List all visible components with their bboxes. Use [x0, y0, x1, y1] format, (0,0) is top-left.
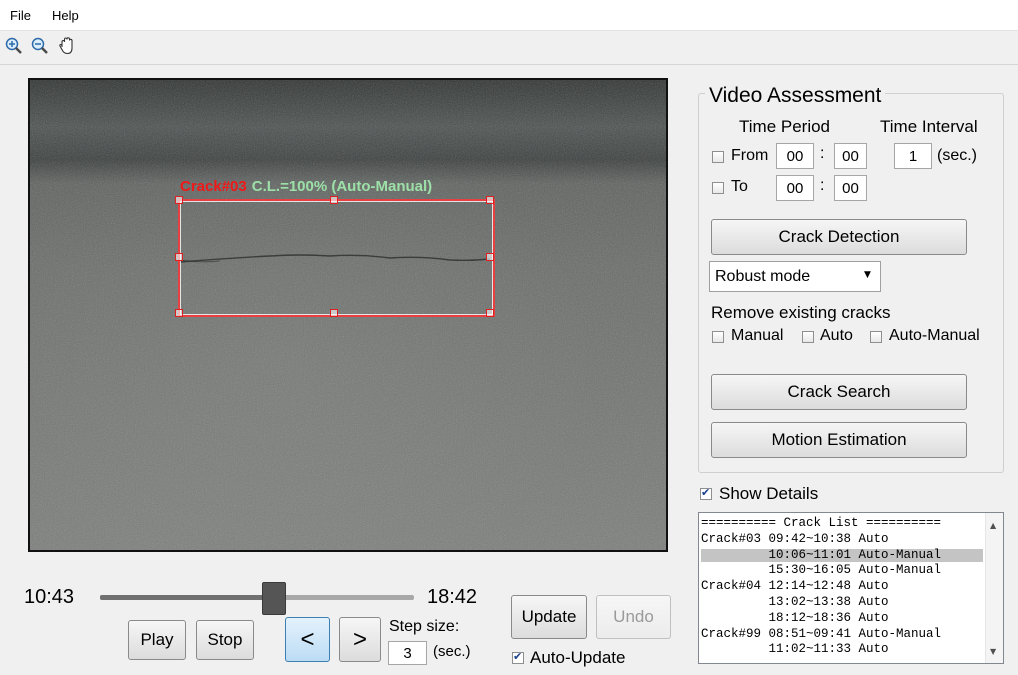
time-interval-unit: (sec.) — [937, 147, 977, 164]
crack-list-row[interactable]: Crack#03 09:42~10:38 Auto — [701, 532, 983, 546]
crack-list-row[interactable]: Crack#99 08:51~09:41 Auto-Manual — [701, 627, 983, 641]
remove-auto-manual-label: Auto-Manual — [889, 327, 980, 344]
auto-update-checkbox[interactable] — [512, 650, 524, 664]
crack-list-row[interactable]: 15:30~16:05 Auto-Manual — [701, 564, 983, 577]
crack-bounding-box[interactable] — [175, 196, 495, 317]
crack-detection-button[interactable]: Crack Detection — [711, 219, 967, 255]
show-details-checkbox[interactable] — [700, 486, 712, 500]
resize-handle-bottom-right[interactable] — [486, 309, 494, 317]
resize-handle-left[interactable] — [175, 253, 183, 261]
update-button[interactable]: Update — [511, 595, 587, 639]
from-label: From — [731, 147, 769, 164]
time-slider-fill — [100, 595, 273, 600]
crack-list-row[interactable]: ========== Crack List ========== — [701, 517, 983, 530]
video-viewer[interactable]: Crack#03 C.L.=100% (Auto-Manual) — [28, 78, 668, 552]
resize-handle-bottom[interactable] — [330, 309, 338, 317]
stop-button[interactable]: Stop — [196, 620, 254, 660]
menu-file[interactable]: File — [10, 8, 31, 23]
zoom-in-icon[interactable] — [4, 36, 24, 56]
remove-auto-label: Auto — [820, 327, 853, 344]
resize-handle-bottom-left[interactable] — [175, 309, 183, 317]
next-step-button[interactable]: > — [339, 617, 381, 662]
step-size-label: Step size: — [389, 618, 460, 635]
to-seconds-input[interactable] — [834, 175, 867, 201]
detection-mode-value: Robust mode — [715, 268, 811, 285]
video-assessment-title: Video Assessment — [705, 84, 886, 108]
resize-handle-top-left[interactable] — [175, 196, 183, 204]
step-size-input[interactable] — [388, 641, 427, 665]
time-interval-label: Time Interval — [880, 117, 978, 136]
from-checkbox[interactable] — [712, 151, 724, 163]
confidence-label: C.L.=100% (Auto-Manual) — [251, 178, 433, 195]
resize-handle-top-right[interactable] — [486, 196, 494, 204]
crack-list-row[interactable]: 13:02~13:38 Auto — [701, 596, 983, 609]
crack-search-button[interactable]: Crack Search — [711, 374, 967, 410]
detection-mode-select[interactable]: Robust mode ▼ — [709, 261, 881, 292]
resize-handle-right[interactable] — [486, 253, 494, 261]
from-seconds-input[interactable] — [834, 143, 867, 169]
play-button[interactable]: Play — [128, 620, 186, 660]
remove-existing-label: Remove existing cracks — [711, 303, 891, 322]
time-slider-track[interactable] — [100, 595, 414, 600]
auto-update-label: Auto-Update — [530, 648, 626, 667]
end-time: 18:42 — [427, 586, 478, 608]
crack-list-row[interactable]: 18:12~18:36 Auto — [701, 611, 983, 625]
remove-auto-checkbox[interactable] — [802, 331, 814, 343]
zoom-out-icon[interactable] — [30, 36, 50, 56]
hand-pan-icon[interactable] — [57, 36, 77, 56]
to-minutes-input[interactable] — [776, 175, 814, 201]
from-colon: : — [820, 145, 825, 162]
scroll-down-icon[interactable]: ▼ — [990, 647, 996, 656]
crack-list[interactable]: ========== Crack List ========== Crack#03… — [698, 512, 1004, 664]
remove-auto-manual-checkbox[interactable] — [870, 331, 882, 343]
scroll-up-icon[interactable]: ▲ — [990, 521, 996, 530]
crack-list-row[interactable]: Crack#04 12:14~12:48 Auto — [701, 580, 983, 593]
from-minutes-input[interactable] — [776, 143, 814, 169]
video-frame-image[interactable]: Crack#03 C.L.=100% (Auto-Manual) — [30, 80, 666, 550]
time-slider-thumb[interactable] — [261, 582, 286, 615]
crack-overlay-label: Crack#03 C.L.=100% (Auto-Manual) — [180, 178, 432, 195]
crack-list-row[interactable]: 10:06~11:01 Auto-Manual — [701, 548, 983, 562]
remove-manual-label: Manual — [731, 327, 784, 344]
current-time: 10:43 — [24, 586, 75, 608]
menu-help[interactable]: Help — [52, 8, 79, 23]
time-interval-input[interactable] — [894, 143, 932, 169]
crack-list-scrollbar[interactable]: ▲ ▼ — [985, 513, 1003, 663]
show-details-label: Show Details — [719, 484, 819, 503]
to-colon: : — [820, 177, 825, 194]
chevron-down-icon: ▼ — [864, 270, 871, 280]
crack-list-row[interactable]: 11:02~11:33 Auto — [701, 643, 983, 656]
motion-estimation-button[interactable]: Motion Estimation — [711, 422, 967, 458]
previous-step-button[interactable]: < — [285, 617, 330, 662]
step-size-unit: (sec.) — [433, 643, 471, 660]
to-label: To — [731, 178, 748, 195]
menu-bar: File Help — [0, 0, 1018, 31]
undo-button[interactable]: Undo — [596, 595, 671, 639]
time-period-label: Time Period — [739, 117, 831, 136]
toolbar — [0, 31, 1018, 65]
resize-handle-top[interactable] — [330, 196, 338, 204]
remove-manual-checkbox[interactable] — [712, 331, 724, 343]
to-checkbox[interactable] — [712, 182, 724, 194]
crack-id-label: Crack#03 — [180, 178, 247, 195]
